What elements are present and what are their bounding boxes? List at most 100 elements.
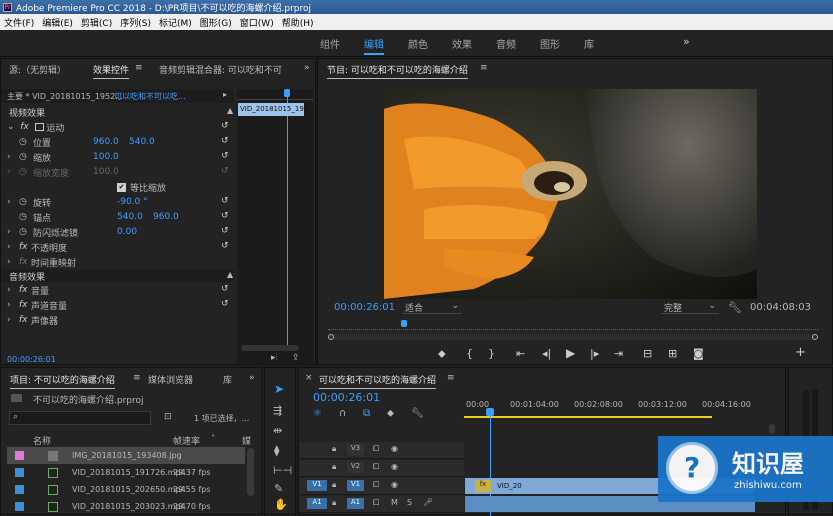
zoom-handle-left[interactable]	[328, 334, 334, 340]
work-area-bar[interactable]	[464, 416, 712, 418]
channel-volume-row[interactable]: › fx 声道音量	[7, 298, 67, 312]
reset-icon[interactable]: ↺	[221, 299, 229, 309]
collapse-arrow-icon[interactable]: ▲	[227, 106, 233, 115]
close-icon[interactable]: ×	[305, 373, 313, 383]
eye-icon[interactable]: ◉	[391, 462, 398, 471]
program-timecode[interactable]: 00:00:26:01	[334, 302, 395, 313]
fx-icon[interactable]: fx	[19, 242, 31, 252]
eye-icon[interactable]: ◉	[391, 444, 398, 453]
lock-icon[interactable]: 🔒︎	[332, 444, 336, 454]
program-monitor-title[interactable]: 节目: 可以吃和不可以吃的海螺介绍	[327, 63, 468, 79]
tab-project[interactable]: 项目: 不可以吃的海螺介绍	[10, 373, 115, 389]
mic-icon[interactable]: 🎤︎	[423, 498, 433, 507]
stopwatch-icon[interactable]: ◷	[19, 197, 33, 207]
add-marker-icon[interactable]: ⬥	[387, 408, 394, 419]
scale-value[interactable]: 100.0	[93, 152, 119, 162]
reset-icon[interactable]: ↺	[221, 284, 229, 294]
list-item[interactable]: VID_20181015_191726.mp4 29.37 fps	[7, 464, 245, 481]
stopwatch-icon[interactable]: ◷	[19, 227, 33, 237]
transform-box-icon[interactable]	[34, 123, 44, 131]
extract-icon[interactable]: ⊞	[668, 347, 677, 360]
go-to-in-icon[interactable]: ⇤	[516, 347, 525, 360]
menu-help[interactable]: 帮助(H)	[282, 16, 314, 29]
motion-row[interactable]: ⌄ fx 运动	[7, 120, 64, 134]
column-media[interactable]: 媒	[242, 434, 251, 447]
reset-icon[interactable]: ↺	[221, 196, 229, 206]
add-marker-icon[interactable]: ⬥	[438, 347, 446, 361]
solo-button[interactable]: S	[407, 498, 412, 507]
effect-timecode[interactable]: 00:00:26:01	[7, 355, 56, 364]
workspace-assembly[interactable]: 组件	[320, 36, 340, 55]
workspace-audio[interactable]: 音频	[496, 36, 516, 55]
settings-wrench-icon[interactable]: 🔧︎	[411, 408, 424, 419]
more-workspaces-button[interactable]: »	[683, 35, 690, 48]
reset-icon[interactable]: ↺	[221, 121, 229, 131]
track-header-v3[interactable]: 🔒︎ V3 ⧠ ◉	[299, 442, 464, 459]
track-label[interactable]: V1	[347, 480, 364, 491]
timeline-playhead-icon[interactable]	[486, 408, 494, 416]
snap-icon[interactable]: ∩	[339, 408, 346, 419]
export-icon[interactable]: ⇪	[292, 353, 300, 363]
panner-row[interactable]: › fx 声像器	[7, 313, 58, 327]
workspace-editing[interactable]: 编辑	[364, 36, 384, 55]
zoom-fit-dropdown[interactable]: 适合 ⌄	[402, 300, 462, 314]
panel-overflow-icon[interactable]: »	[249, 373, 255, 383]
nest-sequence-icon[interactable]: ⚛	[313, 408, 322, 419]
sync-lock-icon[interactable]: ⧠	[373, 480, 379, 490]
tab-libraries[interactable]: 库	[223, 373, 232, 386]
track-select-tool-icon[interactable]: ⇶	[273, 404, 282, 417]
clip-chip[interactable]: VID_20181015_195	[238, 103, 308, 116]
program-zoom-scrollbar[interactable]	[328, 334, 818, 340]
flicker-value[interactable]: 0.00	[117, 227, 137, 237]
column-name[interactable]: 名称	[33, 434, 51, 447]
track-header-v1[interactable]: V1 🔒︎ V1 ⧠ ◉	[299, 478, 464, 495]
fx-icon[interactable]: fx	[19, 285, 31, 295]
master-clip-label[interactable]: 主要 * VID_20181015_1952...	[7, 91, 123, 102]
step-forward-icon[interactable]: |▸	[590, 347, 599, 360]
position-x-value[interactable]: 960.0	[93, 137, 129, 147]
fx-icon[interactable]: fx	[19, 300, 31, 310]
add-button-icon[interactable]: +	[795, 345, 806, 360]
workspace-libraries[interactable]: 库	[584, 36, 594, 55]
position-y-value[interactable]: 540.0	[129, 137, 155, 147]
step-back-icon[interactable]: ◂|	[542, 347, 551, 360]
source-patch-v1[interactable]: V1	[307, 480, 327, 491]
timeline-scroll-up[interactable]	[769, 424, 775, 434]
expand-chevron-icon[interactable]: ›	[7, 197, 19, 207]
stopwatch-icon[interactable]: ◷	[19, 152, 33, 162]
panel-overflow-icon[interactable]: »	[304, 63, 310, 73]
program-scrub-bar[interactable]	[328, 320, 818, 330]
razor-tool-icon[interactable]: ⧫	[274, 444, 279, 457]
linked-selection-icon[interactable]: ⧉	[363, 408, 370, 419]
fx-icon[interactable]: fx	[19, 315, 31, 325]
track-header-v2[interactable]: 🔒︎ V2 ⧠ ◉	[299, 460, 464, 477]
timeline-timecode[interactable]: 00:00:26:01	[313, 391, 380, 404]
mini-playhead-icon[interactable]	[284, 89, 290, 97]
list-item[interactable]: VID_20181015_202650.mp4 29.55 fps	[7, 481, 245, 498]
volume-row[interactable]: › fx 音量	[7, 283, 49, 297]
uniform-scale-checkbox[interactable]: ✔	[117, 182, 126, 192]
menu-sequence[interactable]: 序列(S)	[120, 16, 151, 29]
reset-icon[interactable]: ↺	[221, 151, 229, 161]
camera-icon[interactable]: ◙	[693, 347, 704, 360]
selection-tool-icon[interactable]: ➤	[274, 382, 284, 396]
program-playhead-icon[interactable]	[400, 320, 407, 327]
panel-menu-icon[interactable]: ≡	[133, 373, 141, 383]
opacity-row[interactable]: › fx 不透明度	[7, 240, 67, 254]
anchor-x-value[interactable]: 540.0	[117, 212, 153, 222]
fx-badge-icon[interactable]: fx	[475, 480, 491, 492]
label-color-swatch[interactable]	[15, 502, 24, 511]
pen-tool-icon[interactable]: ✎	[274, 482, 283, 495]
filter-icon[interactable]: ▸⫶	[271, 353, 278, 363]
tab-effect-controls[interactable]: 效果控件	[93, 63, 130, 79]
project-search-input[interactable]: ⌕	[9, 411, 151, 425]
panel-menu-icon[interactable]: ≡	[480, 63, 488, 73]
reset-icon[interactable]: ↺	[221, 136, 229, 146]
rotation-value[interactable]: -90.0 °	[117, 197, 148, 207]
reset-icon[interactable]: ↺	[221, 241, 229, 251]
sequence-clip-dropdown[interactable]: 可以吃和不可以吃...	[114, 91, 186, 102]
timeline-ruler[interactable]: 00:00 00:01:04:00 00:02:08:00 00:03:12:0…	[464, 394, 776, 418]
new-bin-icon[interactable]: ⊡	[164, 412, 172, 422]
menu-graphics[interactable]: 图形(G)	[200, 16, 232, 29]
anchor-y-value[interactable]: 960.0	[153, 212, 179, 222]
